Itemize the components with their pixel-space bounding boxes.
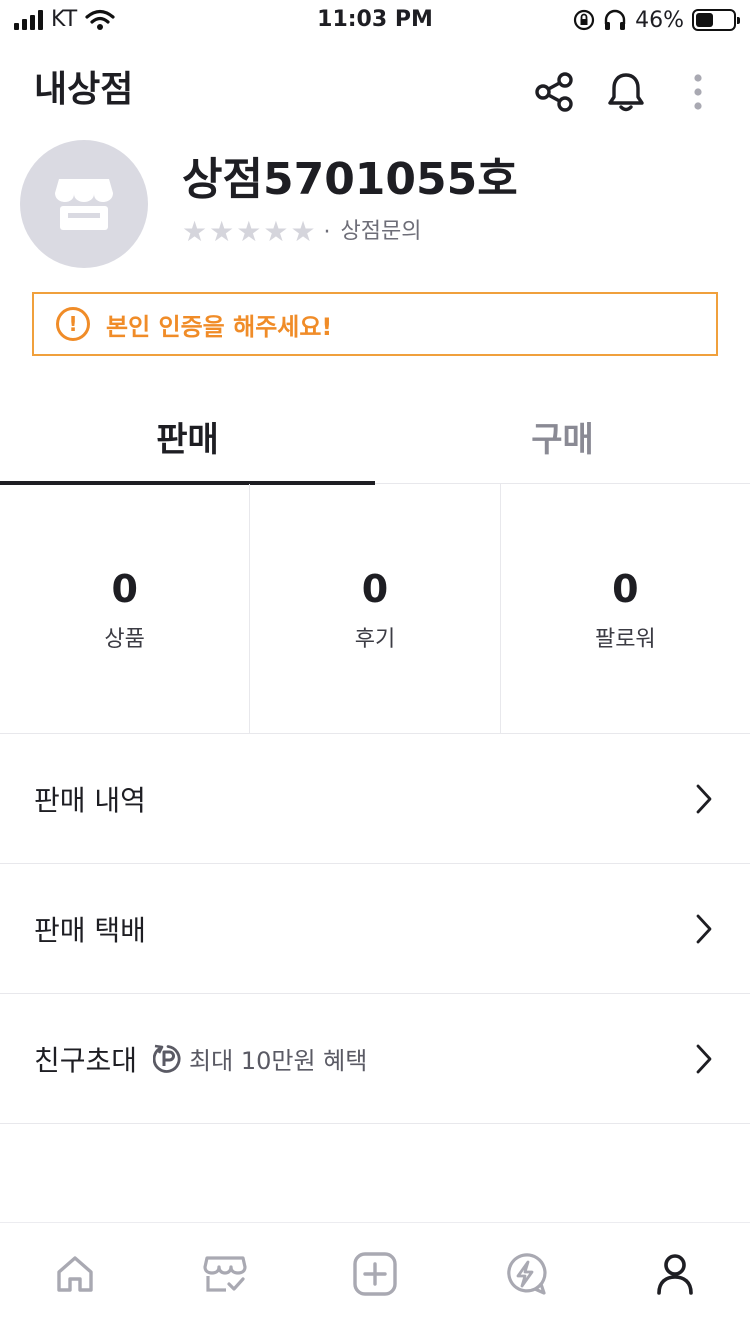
nav-my-store[interactable] <box>150 1223 300 1334</box>
store-icon <box>55 179 113 230</box>
tab-buy[interactable]: 구매 <box>375 388 750 484</box>
status-right: 46% <box>573 6 740 34</box>
battery-percent: 46% <box>635 7 684 33</box>
rating-row: ★ ★ ★ ★ ★ · 상점문의 <box>182 216 422 248</box>
shop-name: 상점5701055호 <box>182 154 518 205</box>
headphones-icon <box>604 9 626 30</box>
stat-value: 0 <box>612 566 639 611</box>
share-icon[interactable] <box>530 68 578 116</box>
rotation-lock-icon <box>573 9 595 31</box>
chevron-right-icon <box>692 911 716 947</box>
stat-label: 팔로워 <box>594 626 656 652</box>
tab-sell[interactable]: 판매 <box>0 388 375 485</box>
nav-my-page[interactable] <box>600 1223 750 1334</box>
menu-item-invite-friends[interactable]: 친구초대 최대 10만원 혜택 <box>0 994 750 1124</box>
invite-benefit: 최대 10만원 혜택 <box>153 1041 367 1076</box>
star-icon: ★ <box>263 215 289 248</box>
alert-circle-icon: ! <box>56 307 90 341</box>
stat-products[interactable]: 0 상품 <box>0 484 251 733</box>
stats-panel: 0 상품 0 후기 0 팔로워 <box>0 484 750 734</box>
chevron-right-icon <box>692 781 716 817</box>
menu-list: 판매 내역 판매 택배 친구초대 최대 10만원 혜택 <box>0 734 750 1124</box>
shop-inquiry-link[interactable]: 상점문의 <box>341 217 422 247</box>
add-square-icon <box>353 1251 397 1296</box>
star-icon: ★ <box>236 215 262 248</box>
menu-item-sales-history[interactable]: 판매 내역 <box>0 734 750 864</box>
menu-item-label: 친구초대 <box>34 1043 138 1077</box>
battery-fill <box>696 13 713 27</box>
tab-bar: 판매 구매 <box>0 388 750 485</box>
app-header: 내상점 <box>0 40 750 140</box>
nav-chat[interactable] <box>450 1223 600 1334</box>
separator: · <box>323 219 331 245</box>
menu-item-label: 판매 택배 <box>34 913 146 947</box>
stat-value: 0 <box>111 566 138 611</box>
battery-icon <box>692 9 740 31</box>
store-check-icon <box>203 1255 247 1292</box>
chevron-right-icon <box>692 1041 716 1077</box>
star-icon: ★ <box>290 215 316 248</box>
nav-add[interactable] <box>300 1223 450 1334</box>
status-bar: KT 11:03 PM 46% <box>0 0 750 40</box>
more-vertical-icon[interactable] <box>674 68 722 116</box>
verify-identity-text: 본인 인증을 해주세요! <box>106 312 333 341</box>
menu-item-sales-delivery[interactable]: 판매 택배 <box>0 864 750 994</box>
avatar[interactable] <box>20 140 148 268</box>
lightning-chat-icon <box>507 1252 547 1295</box>
point-badge-icon <box>153 1044 183 1074</box>
stat-followers[interactable]: 0 팔로워 <box>501 484 750 733</box>
stat-label: 상품 <box>104 626 145 652</box>
page-title: 내상점 <box>34 69 134 110</box>
stat-label: 후기 <box>354 626 396 652</box>
person-icon <box>657 1253 693 1295</box>
nav-home[interactable] <box>0 1223 150 1334</box>
bell-icon[interactable] <box>602 68 650 116</box>
stat-value: 0 <box>361 566 389 611</box>
stat-reviews[interactable]: 0 후기 <box>250 484 501 733</box>
home-icon <box>57 1255 93 1292</box>
bottom-nav <box>0 1222 750 1334</box>
menu-item-label: 판매 내역 <box>34 783 146 817</box>
benefit-text: 최대 10만원 혜택 <box>189 1047 368 1075</box>
star-icon: ★ <box>209 215 235 248</box>
verify-identity-banner[interactable]: ! 본인 인증을 해주세요! <box>32 292 718 356</box>
star-icon: ★ <box>182 215 208 248</box>
